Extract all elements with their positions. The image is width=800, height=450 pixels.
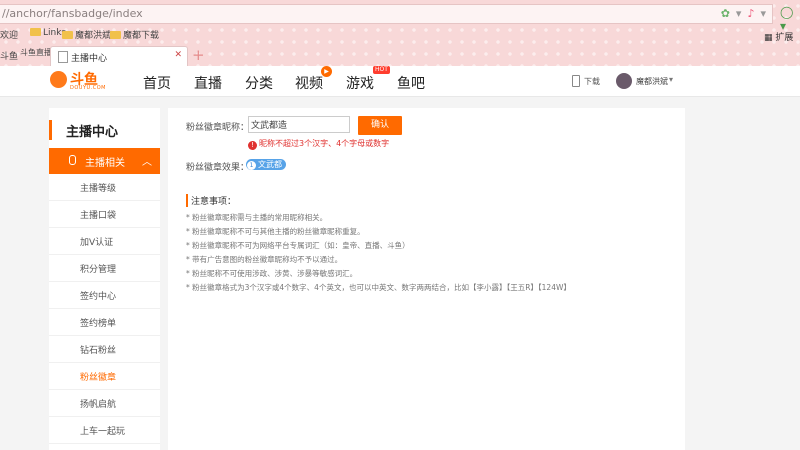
bookmark-item[interactable]: 魔都下载 <box>110 28 159 41</box>
address-icons: ✿ ▾ ♪ ▾ <box>715 7 766 20</box>
sidebar-item-level[interactable]: 主播等级 <box>49 174 160 201</box>
avatar[interactable] <box>616 73 632 89</box>
user-name[interactable]: 魔都洪斌 <box>636 76 668 87</box>
sidebar-item-sail[interactable]: 扬帆启航 <box>49 390 160 417</box>
address-bar[interactable]: //anchor/fansbadge/index ✿ ▾ ♪ ▾ <box>0 4 773 24</box>
nav-live[interactable]: 直播 <box>194 73 222 93</box>
note-item: * 粉丝徽章格式为3个汉字或4个数字、4个英文，也可以中英文、数字两两结合，比如… <box>186 283 571 292</box>
main-content: 粉丝徽章昵称： 确认 !昵称不超过3个汉字、4个字母或数字 粉丝徽章效果： 1文… <box>168 108 685 450</box>
tab-douyu[interactable]: 斗鱼 <box>0 49 18 62</box>
play-icon: ▶ <box>321 66 332 77</box>
sidebar-item-contract-rank[interactable]: 签约榜单 <box>49 309 160 336</box>
note-item: * 粉丝徽章昵称需与主播的常用昵称相关。 <box>186 213 328 222</box>
bookmarks-bar: 欢迎 Links 魔都洪斌 魔都下载 <box>0 26 800 42</box>
mic-icon[interactable]: ♪ <box>747 7 754 20</box>
sidebar-item-pocket[interactable]: 主播口袋 <box>49 201 160 228</box>
note-item: * 粉丝徽章昵称不可为网络平台专属词汇（如：皇帝、直播、斗鱼） <box>186 241 410 250</box>
sidebar-item-points[interactable]: 积分管理 <box>49 255 160 282</box>
caret-down-icon[interactable]: ▾ <box>669 75 673 84</box>
nav-game[interactable]: 游戏 <box>346 73 374 93</box>
bookmark-item[interactable]: 魔都洪斌 <box>62 28 111 41</box>
badge-text: 文武都 <box>258 160 282 169</box>
logo-subtext: DOUYU.COM <box>70 85 106 91</box>
badge-name-label: 粉丝徽章昵称： <box>186 123 250 133</box>
nav-category[interactable]: 分类 <box>245 73 273 93</box>
fan-badge-preview: 1 文武都 <box>246 159 286 170</box>
microphone-icon <box>69 155 76 165</box>
tab-label: 主播中心 <box>71 54 108 64</box>
badge-level: 1 <box>247 161 256 170</box>
folder-icon <box>110 31 121 39</box>
bookmark-item[interactable]: 欢迎 <box>0 28 18 41</box>
warning-icon: ! <box>248 141 257 150</box>
nav-video[interactable]: 视频 <box>295 73 323 93</box>
sidebar-section-anchor[interactable]: 主播相关 ︿ <box>49 148 160 174</box>
tab-douyu-live[interactable]: 斗鱼直播 <box>20 47 52 58</box>
dropdown-icon[interactable]: ▾ <box>760 7 766 20</box>
sidebar-item-contract[interactable]: 签约中心 <box>49 282 160 309</box>
nav-fishbar[interactable]: 鱼吧 <box>397 73 425 93</box>
dropdown-icon[interactable]: ▾ <box>736 7 742 20</box>
grid-icon: ▦ <box>764 33 773 43</box>
section-label: 主播相关 <box>85 158 125 169</box>
tab-anchor-center[interactable]: 主播中心 ✕ <box>50 46 188 66</box>
confirm-button[interactable]: 确认 <box>358 116 402 135</box>
badge-effect-label: 粉丝徽章效果： <box>186 163 250 173</box>
bookmark-item[interactable]: Links <box>30 28 66 38</box>
folder-icon <box>30 28 41 36</box>
note-item: * 粉丝昵称不可使用涉政、涉黄、涉暴等敏感词汇。 <box>186 269 358 278</box>
browser-chrome: //anchor/fansbadge/index ✿ ▾ ♪ ▾ ◯ ▾ 欢迎 Lin… <box>0 0 800 66</box>
sidebar-title: 主播中心 <box>49 120 163 140</box>
badge-name-input[interactable] <box>248 116 350 133</box>
address-text: //anchor/fansbadge/index <box>2 7 143 20</box>
nav-home[interactable]: 首页 <box>143 73 171 93</box>
download-link[interactable]: 下载 <box>584 76 600 87</box>
folder-icon <box>62 31 73 39</box>
close-icon[interactable]: ✕ <box>174 50 182 60</box>
sidebar-item-diamond-fans[interactable]: 钻石粉丝 <box>49 336 160 363</box>
fish-icon <box>50 71 67 88</box>
site-header: 斗鱼 DOUYU.COM 首页 直播 分类 视频 ▶ 游戏 HOT 鱼吧 下载 … <box>0 66 800 97</box>
note-item: * 带有广告意图的粉丝徽章昵称均不予以通过。 <box>186 255 343 264</box>
new-tab-button[interactable]: + <box>192 46 205 64</box>
sidebar: 主播中心 主播相关 ︿ 主播等级 主播口袋 加V认证 积分管理 签约中心 签约榜… <box>49 108 160 450</box>
note-item: * 粉丝徽章昵称不可与其他主播的粉丝徽章昵称重复。 <box>186 227 365 236</box>
hot-badge: HOT <box>373 66 390 74</box>
phone-icon[interactable] <box>572 75 580 87</box>
sidebar-item-fan-badge[interactable]: 粉丝徽章 <box>49 363 160 390</box>
sidebar-item-play-together[interactable]: 上车一起玩 <box>49 417 160 444</box>
extensions-button[interactable]: ▦ 扩展 <box>764 30 793 43</box>
document-icon <box>58 51 68 63</box>
chevron-up-icon: ︿ <box>142 157 152 168</box>
refresh-icon[interactable]: ✿ <box>721 7 730 20</box>
notes-title: 注意事项： <box>186 194 236 207</box>
tab-strip: 斗鱼 斗鱼直播 主播中心 ✕ + <box>0 46 800 66</box>
douyu-logo[interactable]: 斗鱼 DOUYU.COM <box>50 69 110 93</box>
validation-warning: ! 昵称不超过3个汉字、4个字母或数字 <box>248 138 389 150</box>
sidebar-item-verify[interactable]: 加V认证 <box>49 228 160 255</box>
